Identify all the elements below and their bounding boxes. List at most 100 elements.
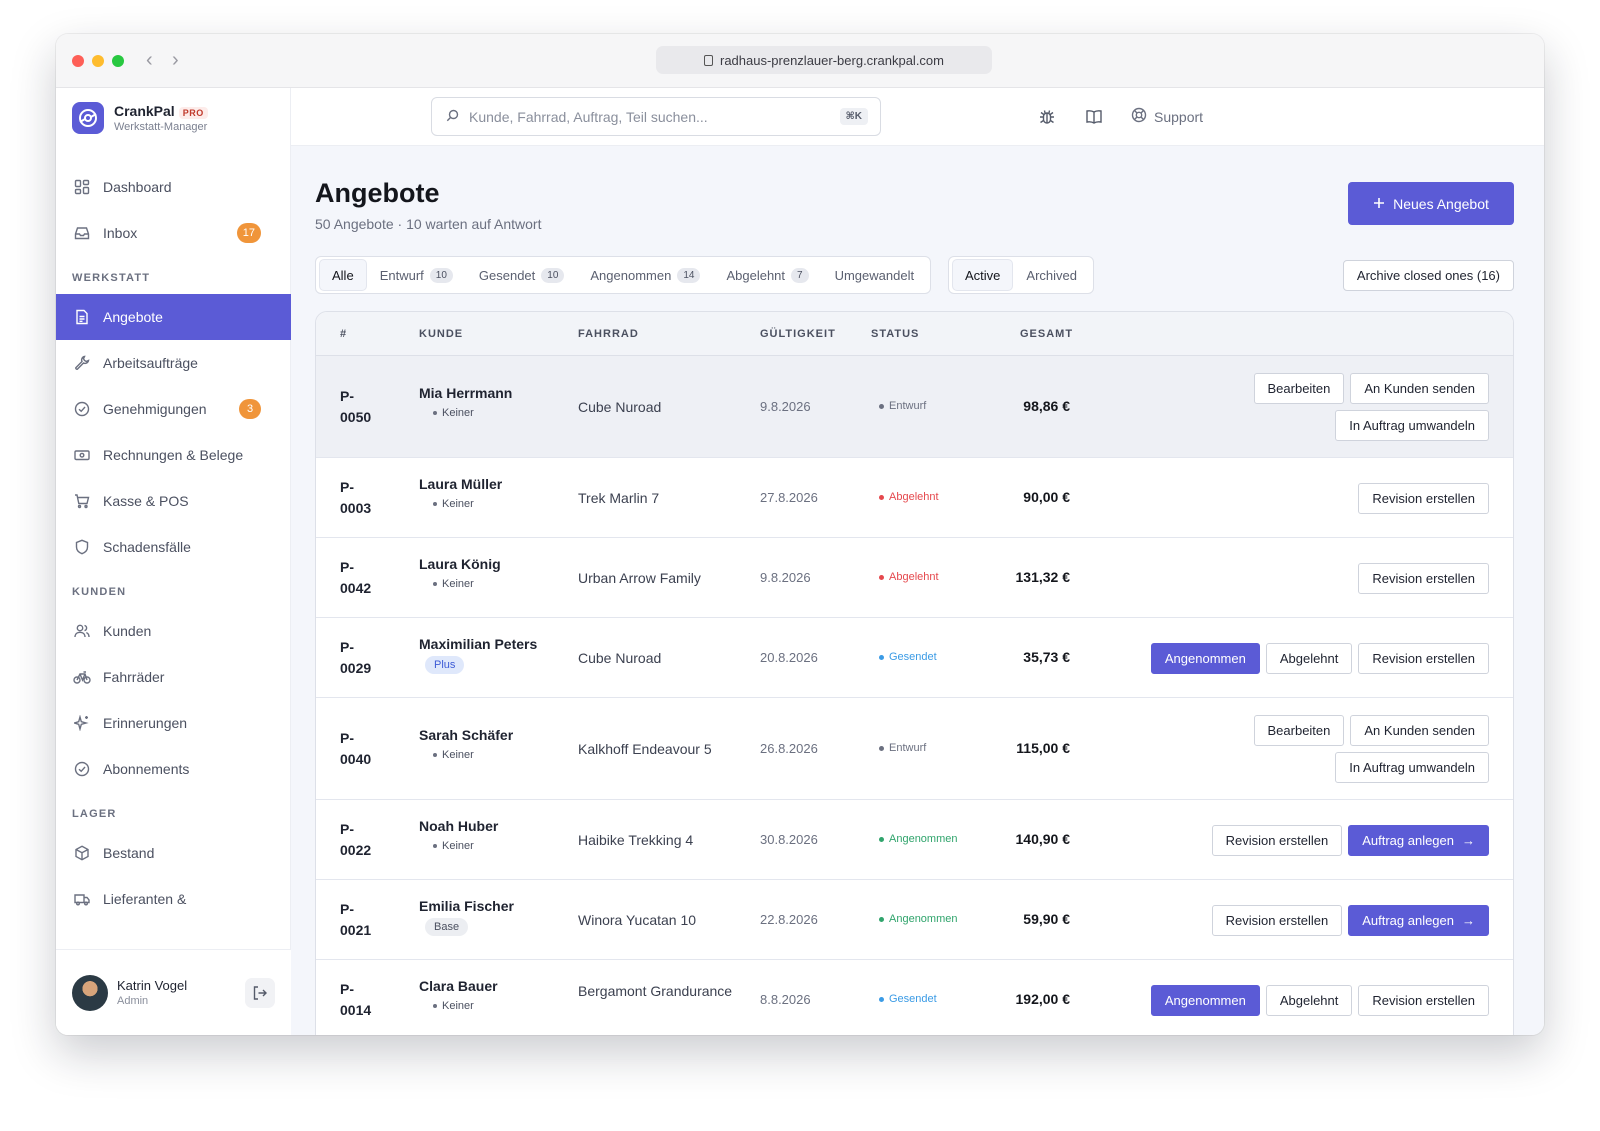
maximize-window-button[interactable] — [112, 55, 124, 67]
toggle-label: Active — [965, 267, 1001, 283]
customer-name[interactable]: Mia Herrmann — [419, 385, 512, 401]
tab-gesendet[interactable]: Gesendet 10 — [467, 260, 577, 290]
create-revision-button[interactable]: Revision erstellen — [1211, 905, 1343, 936]
table-header: # KUNDE FAHRRAD GÜLTIGKEIT STATUS GESAMT — [316, 312, 1513, 356]
customer-name[interactable]: Emilia Fischer — [419, 898, 514, 914]
header-gesamt[interactable]: GESAMT — [1020, 328, 1073, 340]
create-order-button[interactable]: Auftrag anlegen → — [1348, 905, 1489, 936]
action-row: Bearbeiten An Kunden senden — [1253, 715, 1489, 746]
support-link[interactable]: Support — [1131, 107, 1203, 126]
send-to-customer-button[interactable]: An Kunden senden — [1350, 373, 1489, 404]
customer-name[interactable]: Sarah Schäfer — [419, 727, 513, 743]
minimize-window-button[interactable] — [92, 55, 104, 67]
convert-to-order-button[interactable]: In Auftrag umwandeln — [1335, 752, 1489, 783]
status-label: Gesendet — [889, 993, 937, 1005]
sidebar-item-bestand[interactable]: Bestand — [56, 830, 291, 876]
customer-name[interactable]: Laura König — [419, 556, 501, 572]
toggle-label: Archived — [1026, 267, 1077, 283]
total-amount: 35,73 € — [1023, 649, 1070, 665]
search-shortcut: ⌘K — [839, 108, 868, 125]
sidebar-item-arbeitsauftraege[interactable]: Arbeitsaufträge — [56, 340, 291, 386]
edit-button[interactable]: Bearbeiten — [1253, 715, 1345, 746]
header-kunde[interactable]: KUNDE — [419, 328, 463, 340]
forward-arrow-icon[interactable]: › — [172, 48, 179, 72]
sidebar-item-erinnerungen[interactable]: Erinnerungen — [56, 700, 291, 746]
customer-cell: Laura Müller Keiner — [419, 476, 502, 510]
quote-id: P-0003 — [340, 479, 372, 516]
sidebar-item-abonnements[interactable]: Abonnements — [56, 746, 291, 792]
mark-rejected-button[interactable]: Abgelehnt — [1265, 985, 1353, 1016]
sidebar-item-schadensfaelle[interactable]: Schadensfälle — [56, 524, 291, 570]
table-row[interactable]: P-0050 Mia Herrmann Keiner Cube Nuroad 9.8.2… — [316, 356, 1513, 458]
table-row[interactable]: P-0021 Emilia Fischer Base Winora Yucatan 1… — [316, 880, 1513, 960]
sidebar-item-kasse[interactable]: Kasse & POS — [56, 478, 291, 524]
tab-entwurf[interactable]: Entwurf 10 — [368, 260, 465, 290]
address-bar[interactable]: radhaus-prenzlauer-berg.crankpal.com — [656, 46, 992, 74]
table-row[interactable]: P-0014 Clara Bauer Keiner Bergamont Grandur… — [316, 960, 1513, 1035]
send-to-customer-button[interactable]: An Kunden senden — [1350, 715, 1489, 746]
back-arrow-icon[interactable]: ‹ — [146, 48, 153, 72]
status-dot — [879, 403, 884, 409]
customer-cell: Noah Huber Keiner — [419, 818, 498, 852]
edit-button[interactable]: Bearbeiten — [1253, 373, 1345, 404]
book-icon[interactable] — [1085, 108, 1103, 129]
tab-label: Umgewandelt — [834, 267, 915, 283]
sidebar-item-label: Bestand — [103, 845, 155, 861]
customer-name[interactable]: Noah Huber — [419, 818, 498, 834]
sidebar-item-lieferanten[interactable]: Lieferanten & — [56, 876, 291, 922]
tab-alle[interactable]: Alle — [320, 260, 366, 290]
table-row[interactable]: P-0022 Noah Huber Keiner Haibike Trekking 4… — [316, 800, 1513, 880]
sidebar-item-rechnungen[interactable]: Rechnungen & Belege — [56, 432, 291, 478]
sidebar-item-genehmigungen[interactable]: Genehmigungen 3 — [56, 386, 291, 432]
sidebar-item-label: Angebote — [103, 309, 163, 325]
grid-icon — [73, 178, 91, 196]
customer-name[interactable]: Laura Müller — [419, 476, 502, 492]
new-offer-button[interactable]: Neues Angebot — [1348, 182, 1514, 225]
create-revision-button[interactable]: Revision erstellen — [1358, 483, 1489, 514]
valid-until: 26.8.2026 — [760, 741, 818, 756]
table-row[interactable]: P-0003 Laura Müller Keiner Trek Marlin 7 27.… — [316, 458, 1513, 538]
tab-abgelehnt[interactable]: Abgelehnt 7 — [714, 260, 820, 290]
sidebar-item-label: Kunden — [103, 623, 152, 639]
table-row[interactable]: P-0040 Sarah Schäfer Keiner Kalkhoff Endeav… — [316, 698, 1513, 800]
sidebar-item-angebote[interactable]: Angebote — [56, 294, 291, 340]
status-dot — [879, 836, 884, 842]
table-row[interactable]: P-0029 Maximilian Peters Plus Cube Nuroad 20… — [316, 618, 1513, 698]
membership-tier: Keiner — [433, 749, 513, 761]
tab-count: 10 — [541, 267, 565, 283]
header-fahrrad[interactable]: FAHRRAD — [578, 328, 639, 340]
header-gueltigkeit[interactable]: GÜLTIGKEIT — [760, 328, 836, 340]
toggle-archived[interactable]: Archived — [1014, 260, 1089, 290]
user-profile[interactable]: Katrin Vogel Admin — [56, 949, 291, 1035]
membership-label: Keiner — [442, 1000, 474, 1012]
create-revision-button[interactable]: Revision erstellen — [1358, 643, 1489, 674]
create-revision-button[interactable]: Revision erstellen — [1358, 985, 1489, 1016]
header-status[interactable]: STATUS — [871, 328, 919, 340]
sidebar-item-inbox[interactable]: Inbox 17 — [56, 210, 291, 256]
customer-name[interactable]: Maximilian Peters — [419, 636, 537, 652]
create-order-button[interactable]: Auftrag anlegen → — [1348, 825, 1489, 856]
mark-rejected-button[interactable]: Abgelehnt — [1265, 643, 1353, 674]
mark-accepted-button[interactable]: Angenommen — [1150, 985, 1260, 1016]
bug-icon[interactable] — [1038, 108, 1056, 129]
brand[interactable]: CrankPal PRO Werkstatt-Manager — [72, 102, 208, 134]
avatar — [72, 974, 108, 1011]
tab-umgewandelt[interactable]: Umgewandelt — [823, 260, 927, 290]
toggle-active[interactable]: Active — [953, 260, 1013, 290]
convert-to-order-button[interactable]: In Auftrag umwandeln — [1335, 410, 1489, 441]
close-window-button[interactable] — [72, 55, 84, 67]
sidebar-item-kunden[interactable]: Kunden — [56, 608, 291, 654]
sidebar-item-fahrraeder[interactable]: Fahrräder — [56, 654, 291, 700]
archive-closed-button[interactable]: Archive closed ones (16) — [1342, 260, 1514, 291]
sidebar-item-dashboard[interactable]: Dashboard — [56, 164, 291, 210]
arrow-right-icon: → — [1462, 833, 1475, 848]
customer-name[interactable]: Clara Bauer — [419, 978, 498, 994]
tab-angenommen[interactable]: Angenommen 14 — [578, 260, 712, 290]
create-revision-button[interactable]: Revision erstellen — [1211, 825, 1343, 856]
tab-label: Alle — [332, 267, 354, 283]
create-revision-button[interactable]: Revision erstellen — [1358, 563, 1489, 594]
table-row[interactable]: P-0042 Laura König Keiner Urban Arrow Famil… — [316, 538, 1513, 618]
logout-icon[interactable] — [245, 977, 275, 1008]
search-input[interactable]: Kunde, Fahrrad, Auftrag, Teil suchen... … — [431, 97, 881, 136]
mark-accepted-button[interactable]: Angenommen — [1150, 643, 1260, 674]
